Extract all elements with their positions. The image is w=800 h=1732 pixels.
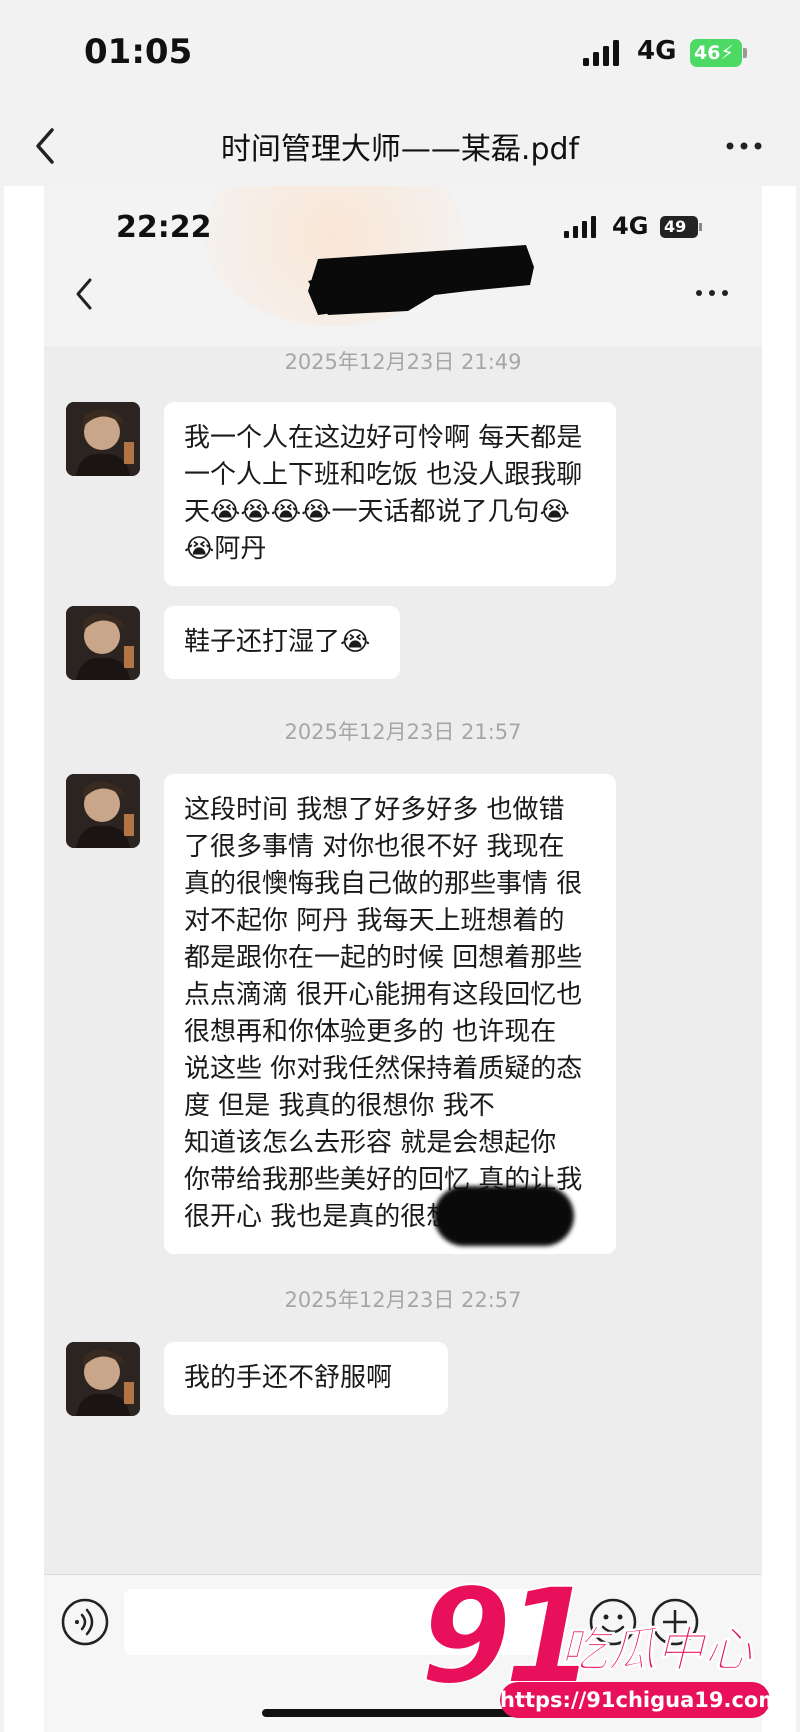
status-bar: 01:05 4G 46⚡	[0, 0, 800, 106]
message-line: 😭阿丹	[184, 534, 267, 564]
message-line: 很想再和你体验更多的 也许现在	[184, 1017, 557, 1047]
back-icon[interactable]	[30, 124, 62, 168]
message-line: 了很多事情 对你也很不好 我现在	[184, 832, 565, 862]
avatar	[66, 402, 140, 476]
chat-timestamp: 2025年12月23日 21:49	[284, 350, 522, 374]
avatar-image	[66, 1342, 140, 1416]
site-watermark: 91 吃瓜中心 https://91chigua19.com	[419, 1559, 780, 1732]
document-nav-bar: 时间管理大师——某磊.pdf	[0, 106, 800, 186]
message-line: 天😭😭😭😭一天话都说了几句😭	[184, 497, 570, 527]
message-bubble[interactable]: 我的手还不舒服啊	[164, 1342, 448, 1415]
network-label: 4G	[637, 36, 677, 66]
message-line: 对不起你 阿丹 我每天上班想着的	[184, 906, 565, 936]
watermark-url: https://91chigua19.com	[500, 1682, 780, 1718]
inner-status-time: 22:22	[116, 210, 212, 245]
message-line: 都是跟你在一起的时候 回想着那些	[184, 943, 583, 973]
message-line: 真的很懊悔我自己做的那些事情 很	[184, 869, 583, 899]
inner-network-label: 4G	[612, 212, 649, 240]
battery-icon: 46⚡	[690, 39, 742, 67]
more-icon[interactable]	[724, 136, 764, 156]
battery-icon: 49	[660, 216, 698, 238]
battery-tip	[699, 223, 702, 231]
pdf-page: 22:22 4G 49 2025年12月23日 21:49 我一个人在这边好可怜…	[4, 186, 796, 1732]
inner-battery-level: 49	[664, 217, 687, 236]
message-bubble[interactable]: 我一个人在这边好可怜啊 每天都是 一个人上下班和吃饭 也没人跟我聊 天😭😭😭😭一…	[164, 402, 616, 586]
redaction-mark	[434, 1186, 574, 1246]
message-line: 点点滴滴 很开心能拥有这段回忆也	[184, 980, 583, 1010]
message-bubble[interactable]: 这段时间 我想了好多好多 也做错 了很多事情 对你也很不好 我现在 真的很懊悔我…	[164, 774, 616, 1254]
message-line: 鞋子还打湿了😭	[184, 627, 371, 657]
message-line: 说这些 你对我任然保持着质疑的态	[184, 1054, 583, 1084]
signal-icon	[583, 40, 619, 66]
chat-timestamp: 2025年12月23日 21:57	[284, 720, 522, 744]
battery-tip	[743, 48, 747, 58]
message-line: 我一个人在这边好可怜啊 每天都是	[184, 423, 583, 453]
avatar-image	[66, 606, 140, 680]
watermark-name: 吃瓜中心	[559, 1622, 753, 1679]
message-line: 一个人上下班和吃饭 也没人跟我聊	[184, 460, 583, 490]
battery-level: 46	[694, 42, 721, 64]
more-icon	[696, 290, 728, 296]
voice-icon	[61, 1598, 109, 1646]
redacted-contact-name	[308, 245, 534, 315]
avatar	[66, 606, 140, 680]
avatar	[66, 1342, 140, 1416]
message-line: 这段时间 我想了好多好多 也做错	[184, 795, 565, 825]
message-line: 度 但是 我真的很想你 我不	[184, 1091, 495, 1121]
status-time: 01:05	[84, 32, 193, 72]
screen: 01:05 4G 46⚡ 时间管理大师——某磊.pdf 22:22 4G 49 …	[0, 0, 800, 1732]
avatar-image	[66, 774, 140, 848]
back-icon	[76, 278, 92, 310]
message-line: 知道该怎么去形容 就是会想起你	[184, 1128, 557, 1158]
document-title: 时间管理大师——某磊.pdf	[220, 132, 580, 167]
avatar-image	[66, 402, 140, 476]
chat-timestamp: 2025年12月23日 22:57	[284, 1288, 522, 1312]
chat-screenshot: 22:22 4G 49 2025年12月23日 21:49 我一个人在这边好可怜…	[44, 186, 762, 1732]
signal-icon	[564, 216, 596, 238]
avatar	[66, 774, 140, 848]
message-bubble[interactable]: 鞋子还打湿了😭	[164, 606, 400, 679]
message-line: 我的手还不舒服啊	[184, 1363, 393, 1393]
